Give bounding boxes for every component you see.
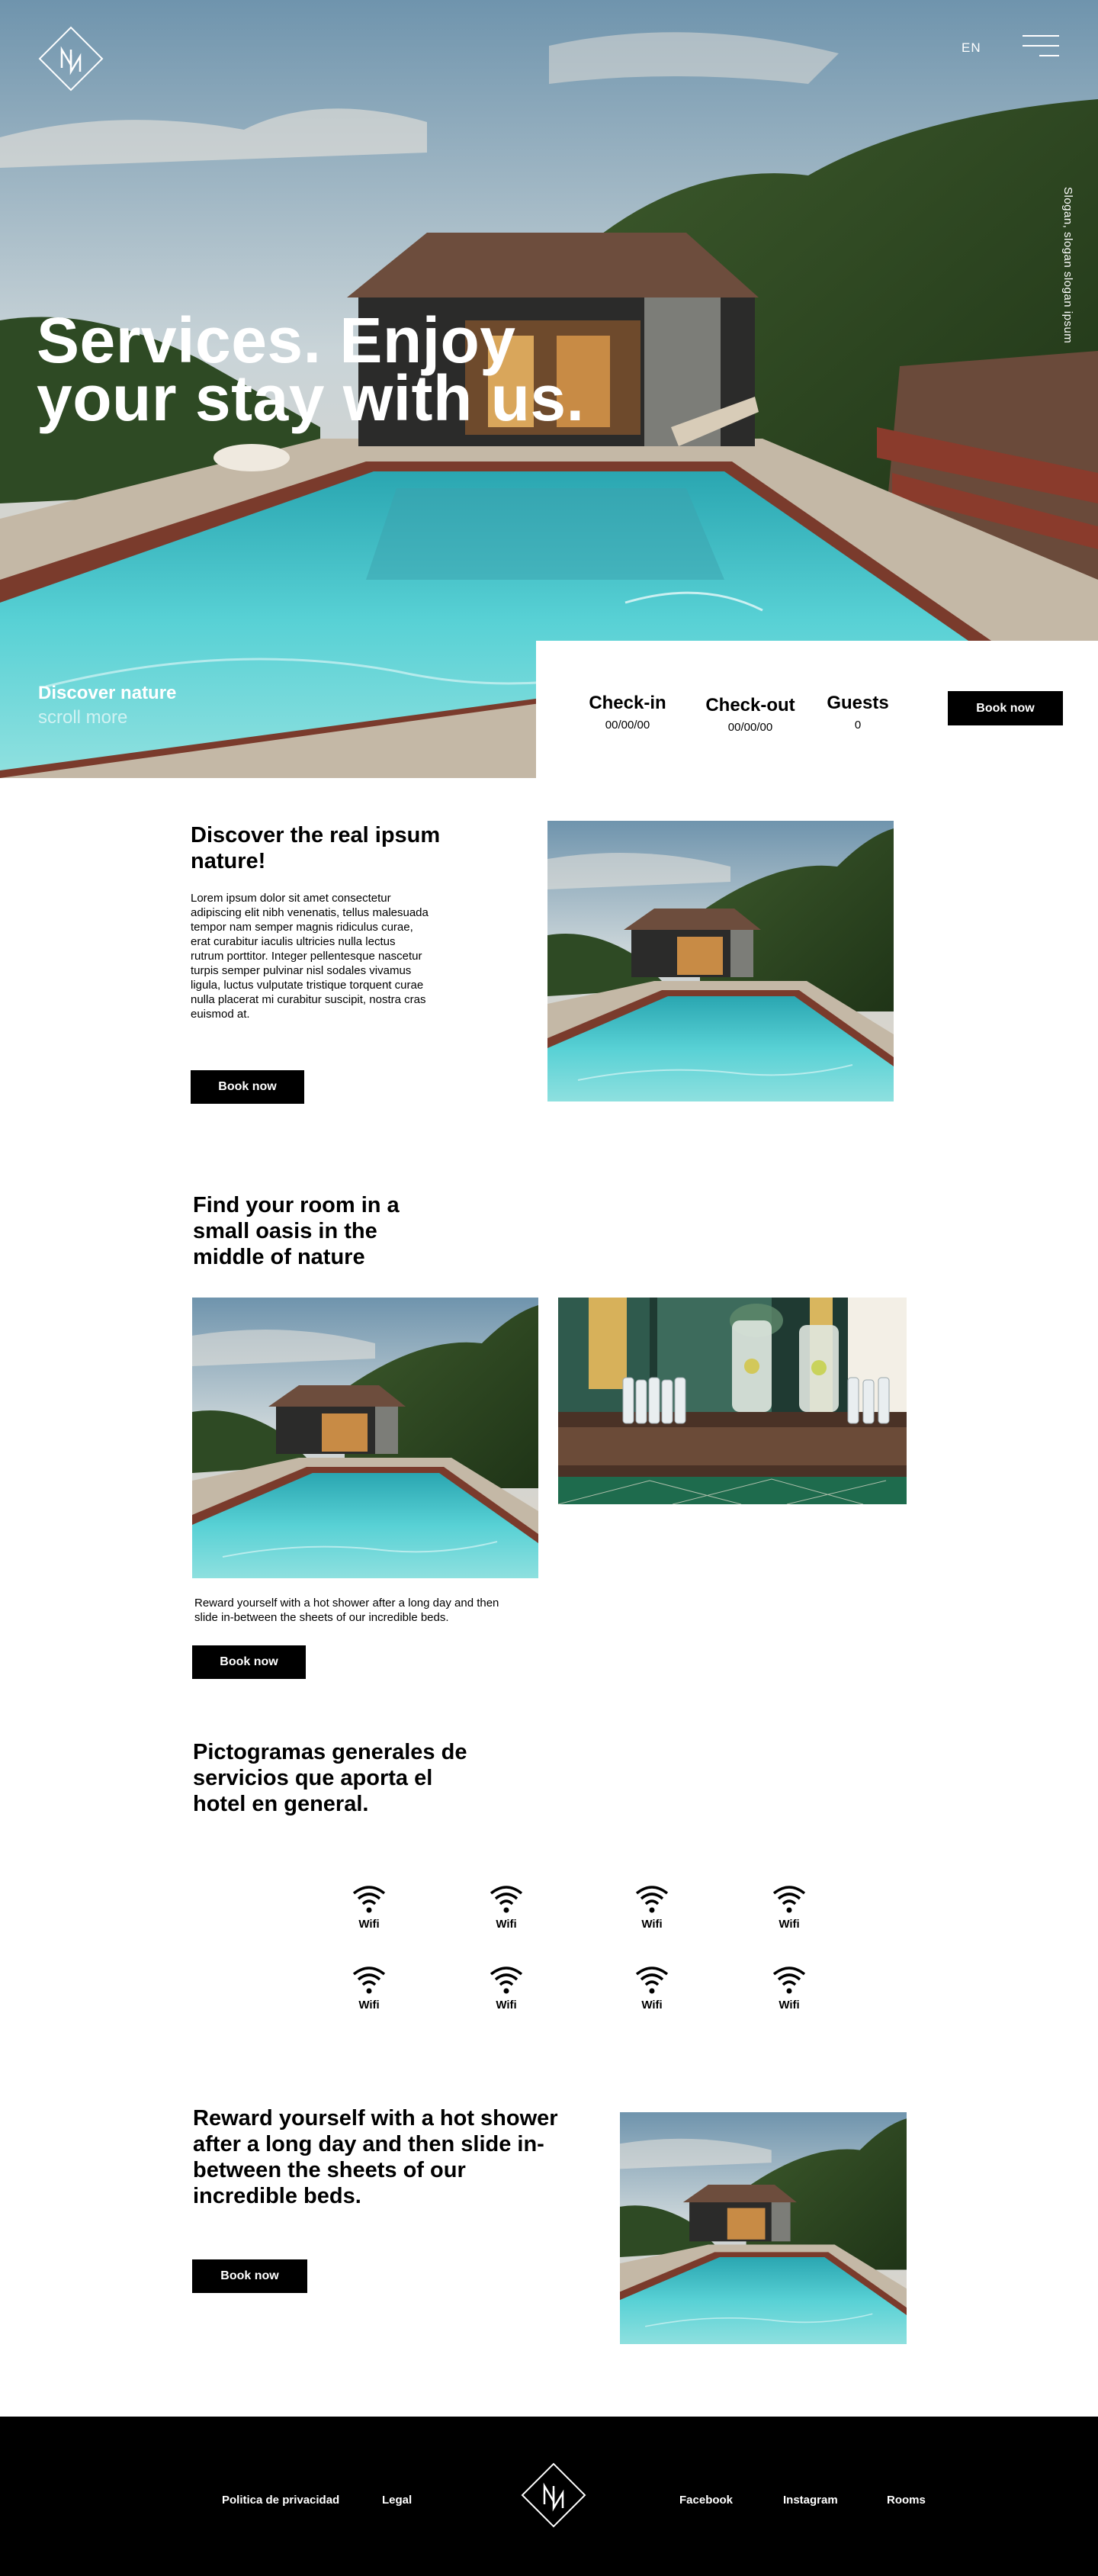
footer-link-instagram[interactable]: Instagram — [783, 2494, 838, 2507]
footer-link-privacy[interactable]: Politica de privacidad — [222, 2494, 339, 2507]
section3-title: Pictogramas generales de servicios que a… — [193, 1740, 467, 1816]
vertical-slogan: Slogan, slogan slogan ipsum — [1061, 187, 1074, 344]
hero-title: Services. Enjoy your stay with us. — [37, 308, 723, 430]
section4-book-now-button[interactable]: Book now — [192, 2259, 307, 2293]
wifi-icon — [352, 1886, 386, 1913]
section1-pool-photo — [547, 821, 894, 1101]
pictogram-wifi: Wifi — [759, 1883, 820, 1931]
footer-link-legal[interactable]: Legal — [382, 2494, 412, 2507]
footer: Politica de privacidad Legal Facebook In… — [0, 2417, 1098, 2576]
pictogram-wifi: Wifi — [476, 1963, 537, 2012]
checkin-field[interactable]: Check-in 00/00/00 — [582, 693, 673, 732]
guests-field[interactable]: Guests 0 — [820, 693, 896, 732]
pictogram-label: Wifi — [641, 1999, 663, 2012]
checkout-value[interactable]: 00/00/00 — [697, 721, 804, 734]
checkin-label: Check-in — [589, 693, 666, 713]
section1-book-now-button[interactable]: Book now — [191, 1070, 304, 1104]
hamburger-menu-icon[interactable] — [1023, 34, 1059, 59]
wifi-icon — [352, 1967, 386, 1994]
section2-bar-photo — [558, 1298, 907, 1504]
wifi-icon — [772, 1886, 806, 1913]
footer-link-facebook[interactable]: Facebook — [679, 2494, 733, 2507]
footer-link-rooms[interactable]: Rooms — [887, 2494, 926, 2507]
pictogram-label: Wifi — [779, 1918, 800, 1931]
checkout-field[interactable]: Check-out 00/00/00 — [697, 695, 804, 734]
pictogram-wifi: Wifi — [476, 1883, 537, 1931]
pictogram-wifi: Wifi — [621, 1883, 682, 1931]
section4-pool-photo — [620, 2112, 907, 2344]
checkin-value[interactable]: 00/00/00 — [582, 719, 673, 732]
booking-bar: Check-in 00/00/00 Check-out 00/00/00 Gue… — [536, 641, 1098, 778]
wifi-icon — [635, 1967, 669, 1994]
discover-nature-label: Discover nature — [38, 683, 177, 703]
pictogram-label: Wifi — [641, 1918, 663, 1931]
section1-body: Lorem ipsum dolor sit amet consectetur a… — [191, 892, 429, 1021]
section1-title: Discover the real ipsum nature! — [191, 823, 441, 873]
section2-pool-photo — [192, 1298, 538, 1578]
pictogram-label: Wifi — [358, 1999, 380, 2012]
pictogram-wifi: Wifi — [759, 1963, 820, 2012]
section4-title: Reward yourself with a hot shower after … — [193, 2106, 558, 2208]
pictogram-label: Wifi — [779, 1999, 800, 2012]
wifi-icon — [635, 1886, 669, 1913]
section2-book-now-button[interactable]: Book now — [192, 1645, 306, 1679]
booking-book-now-button[interactable]: Book now — [948, 691, 1063, 725]
logo-icon[interactable] — [37, 24, 105, 93]
pictogram-label: Wifi — [496, 1999, 517, 2012]
pictogram-label: Wifi — [358, 1918, 380, 1931]
scroll-more-link[interactable]: scroll more — [38, 707, 127, 728]
wifi-icon — [490, 1886, 523, 1913]
language-selector[interactable]: EN — [962, 40, 981, 56]
wifi-icon — [772, 1967, 806, 1994]
guests-value[interactable]: 0 — [820, 719, 896, 732]
pictogram-wifi: Wifi — [339, 1963, 400, 2012]
footer-logo-icon[interactable] — [519, 2461, 588, 2529]
pictogram-wifi: Wifi — [621, 1963, 682, 2012]
wifi-icon — [490, 1967, 523, 1994]
section2-title: Find your room in a small oasis in the m… — [193, 1193, 400, 1269]
pictogram-wifi: Wifi — [339, 1883, 400, 1931]
hero-title-line-2: your stay with us. — [37, 362, 585, 434]
section2-text: Reward yourself with a hot shower after … — [194, 1597, 499, 1624]
pictogram-label: Wifi — [496, 1918, 517, 1931]
guests-label: Guests — [827, 693, 889, 713]
checkout-label: Check-out — [705, 695, 795, 716]
hero-section: EN Slogan, slogan slogan ipsum Services.… — [0, 0, 1098, 778]
